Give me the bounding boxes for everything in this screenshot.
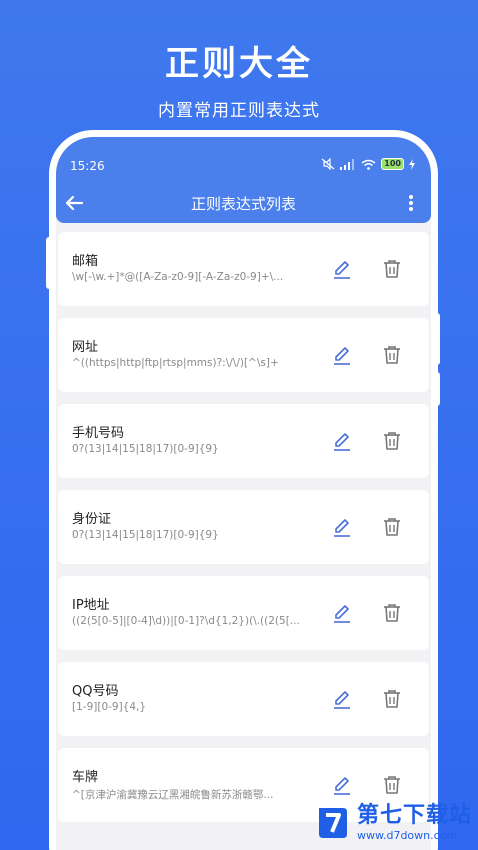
list-item[interactable]: 身份证 0?(13|14|15|18|17)[0-9]{9} [58,490,429,564]
delete-icon[interactable] [380,429,404,453]
item-name: 邮箱 [72,254,99,269]
edit-icon[interactable] [330,687,354,711]
status-time: 15:26 [70,159,105,173]
page-title: 正则表达式列表 [190,195,296,213]
item-pattern: ^[京津沪渝冀豫云辽黑湘皖鲁新苏浙赣鄂... [72,789,274,801]
item-name: QQ号码 [72,684,119,699]
edit-icon[interactable] [330,515,354,539]
app-screen: 15:26 100 正则表达式列表 邮箱 \w[-\w.+]*@([A-Za-z0… [56,137,431,850]
item-name: 身份证 [72,512,112,527]
signal-icon [340,158,355,170]
item-name: 车牌 [72,770,99,785]
watermark-url: www.d7down.com [356,829,458,842]
list-item[interactable]: 邮箱 \w[-\w.+]*@([A-Za-z0-9][-A-Za-z0-9]+\.… [58,232,429,306]
watermark-main: 第七下载站 [356,803,472,828]
watermark-logo-icon [318,808,347,838]
item-pattern: 0?(13|14|15|18|17)[0-9]{9} [72,529,219,541]
delete-icon[interactable] [380,601,404,625]
battery-indicator: 100 [381,158,404,170]
delete-icon[interactable] [380,515,404,539]
item-pattern: \w[-\w.+]*@([A-Za-z0-9][-A-Za-z0-9]+\... [72,271,284,283]
delete-icon[interactable] [380,257,404,281]
wifi-icon [361,159,376,170]
edit-icon[interactable] [330,601,354,625]
edit-icon[interactable] [330,773,354,797]
list-item[interactable]: QQ号码 [1-9][0-9]{4,} [58,662,429,736]
item-name: 网址 [72,340,99,355]
item-name: IP地址 [72,598,110,613]
app-bar: 正则表达式列表 [56,183,431,223]
mute-icon [321,158,335,170]
item-pattern: ((2(5[0-5]|[0-4]\d))|[0-1]?\d{1,2})(\.((… [72,615,300,627]
delete-icon[interactable] [380,687,404,711]
delete-icon[interactable] [380,343,404,367]
more-options-icon[interactable] [401,191,421,215]
edit-icon[interactable] [330,343,354,367]
watermark-text: 第七下载站 www.d7down.com [356,803,472,842]
list-item[interactable]: 手机号码 0?(13|14|15|18|17)[0-9]{9} [58,404,429,478]
status-bar: 15:26 100 [56,137,431,183]
promo-subtitle: 内置常用正则表达式 [158,101,320,121]
delete-icon[interactable] [380,773,404,797]
status-icons: 100 [321,158,415,170]
item-name: 手机号码 [72,426,125,441]
list-item[interactable]: IP地址 ((2(5[0-5]|[0-4]\d))|[0-1]?\d{1,2})(… [58,576,429,650]
watermark: 第七下载站 www.d7down.com [313,804,472,842]
item-pattern: 0?(13|14|15|18|17)[0-9]{9} [72,443,219,455]
phone-frame: 15:26 100 正则表达式列表 邮箱 \w[-\w.+]*@([A-Za-z0… [49,130,438,850]
charging-icon [409,158,415,170]
item-pattern: [1-9][0-9]{4,} [72,701,147,713]
regex-list: 邮箱 \w[-\w.+]*@([A-Za-z0-9][-A-Za-z0-9]+\.… [58,232,429,834]
edit-icon[interactable] [330,257,354,281]
promo-title: 正则大全 [165,44,313,84]
list-item[interactable]: 网址 ^((https|http|ftp|rtsp|mms)?:\/\/)[^\s… [58,318,429,392]
edit-icon[interactable] [330,429,354,453]
item-pattern: ^((https|http|ftp|rtsp|mms)?:\/\/)[^\s]+ [72,357,279,369]
